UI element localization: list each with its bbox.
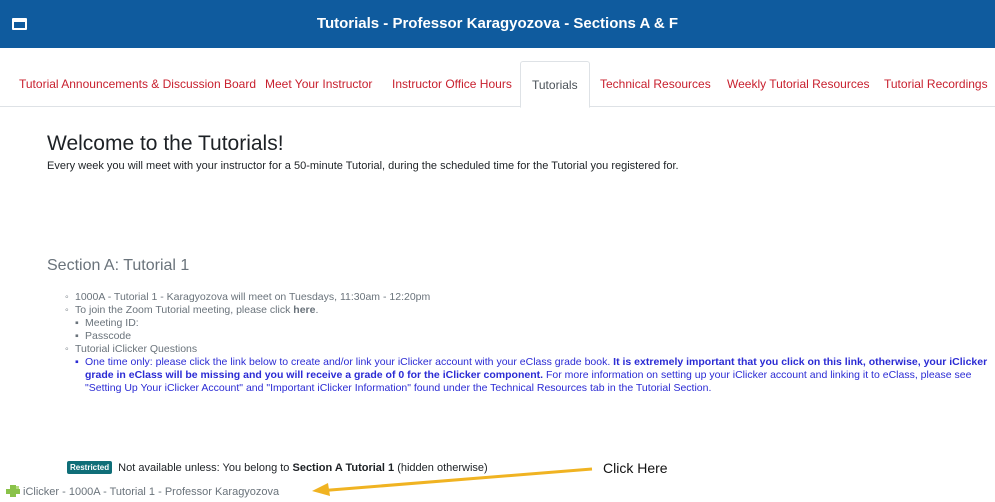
activity-label[interactable]: iClicker - 1000A - Tutorial 1 - Professo… <box>23 486 279 498</box>
iclicker-activity-link[interactable]: iClicker - 1000A - Tutorial 1 - Professo… <box>6 485 279 498</box>
arrow-head <box>312 483 330 496</box>
arrow-shaft <box>317 467 593 493</box>
annotation-arrow <box>312 467 593 496</box>
puzzle-icon <box>6 485 20 497</box>
